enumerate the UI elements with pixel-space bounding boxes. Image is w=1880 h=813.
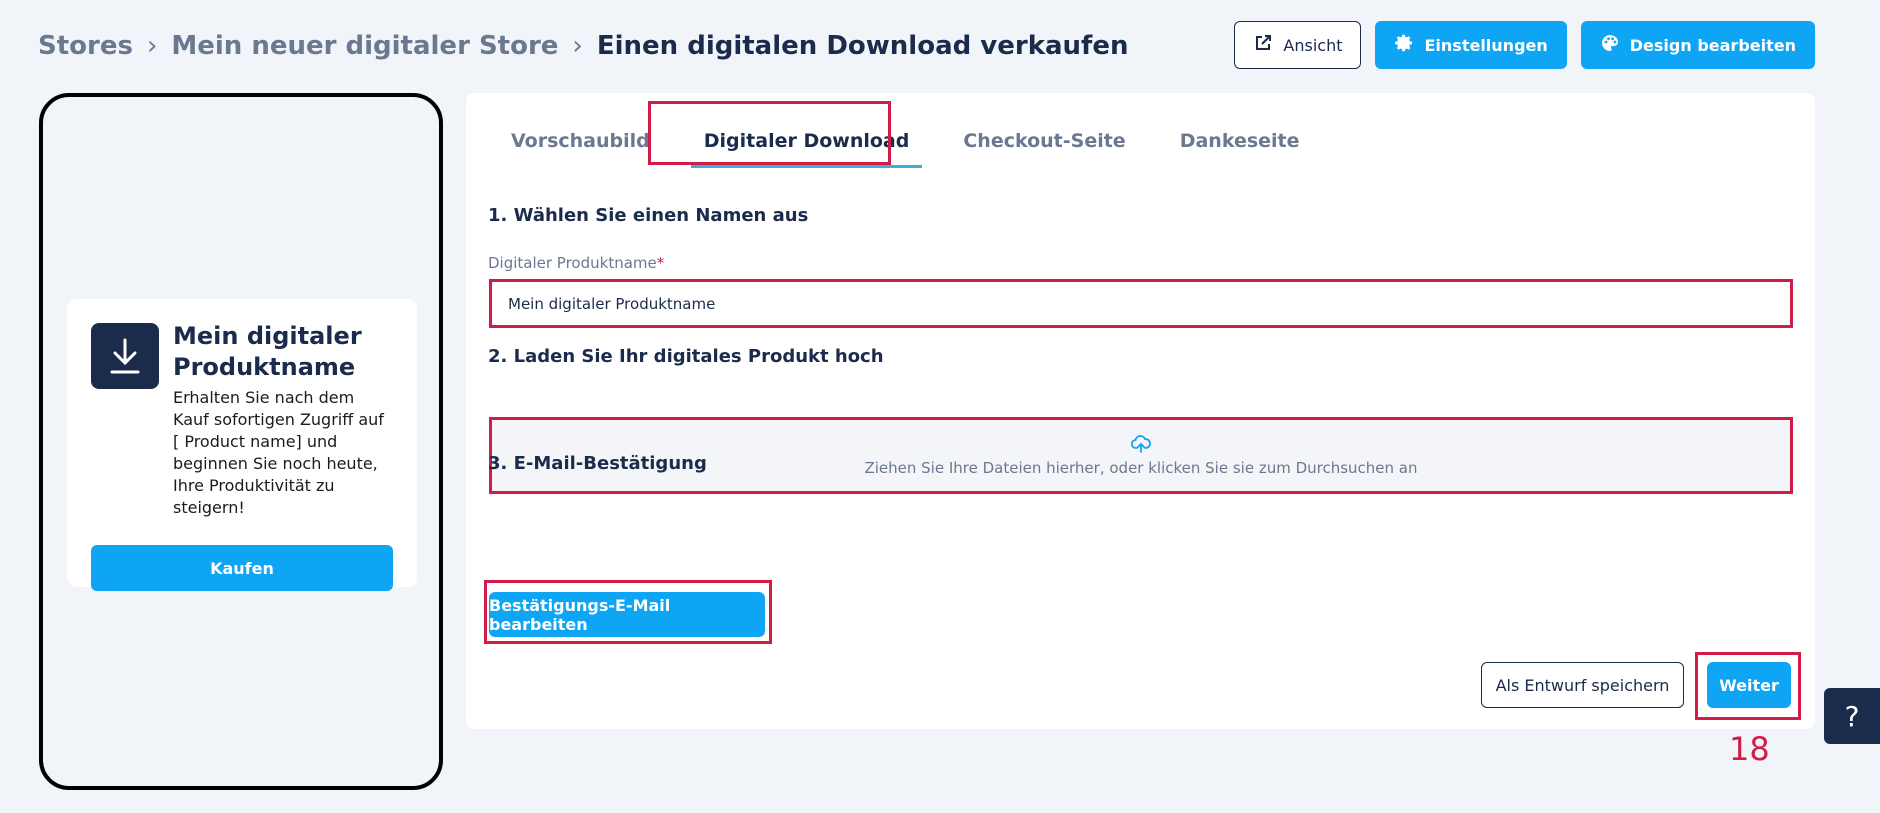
tab-bar: Vorschaubild Digitaler Download Checkout… <box>511 113 1327 168</box>
save-draft-button[interactable]: Als Entwurf speichern <box>1481 662 1684 708</box>
tab-digital-download[interactable]: Digitaler Download <box>677 113 937 168</box>
view-button[interactable]: Ansicht <box>1234 21 1362 69</box>
preview-product-description: Erhalten Sie nach dem Kauf sofortigen Zu… <box>173 388 384 517</box>
chevron-right-icon: › <box>572 31 583 61</box>
tab-thank-you-page[interactable]: Dankeseite <box>1153 113 1327 168</box>
download-icon <box>91 323 159 389</box>
next-button[interactable]: Weiter <box>1707 662 1791 708</box>
section-name-title: 1. Wählen Sie einen Namen aus <box>488 205 809 226</box>
step-number-annotation: 18 <box>1729 730 1770 768</box>
phone-preview: Mein digitaler Produktname Erhalten Sie … <box>39 93 443 790</box>
cloud-upload-icon <box>1130 434 1151 457</box>
preview-product-title: Mein digitaler Produktname <box>173 322 362 381</box>
section-email-title: 3. E-Mail-Bestätigung <box>488 453 707 474</box>
design-button[interactable]: Design bearbeiten <box>1580 21 1815 69</box>
header-actions: Ansicht Einstellungen Design bearbeiten <box>1234 21 1815 69</box>
buy-button[interactable]: Kaufen <box>91 545 393 591</box>
product-preview-card: Mein digitaler Produktname Erhalten Sie … <box>67 299 417 591</box>
chevron-right-icon: › <box>146 31 158 61</box>
tab-preview-image[interactable]: Vorschaubild <box>511 113 677 168</box>
view-button-label: Ansicht <box>1283 35 1343 55</box>
dropzone-text: Ziehen Sie Ihre Dateien hierher, oder kl… <box>864 458 1418 477</box>
product-name-label: Digitaler Produktname* <box>488 254 664 272</box>
breadcrumb: Stores › Mein neuer digitaler Store › Ei… <box>38 28 1129 64</box>
section-upload-title: 2. Laden Sie Ihr digitales Produkt hoch <box>488 346 884 367</box>
external-link-icon <box>1253 33 1273 57</box>
settings-button[interactable]: Einstellungen <box>1375 21 1567 69</box>
editor-panel: Vorschaubild Digitaler Download Checkout… <box>466 93 1815 729</box>
breadcrumb-stores[interactable]: Stores <box>38 31 133 61</box>
page-title: Einen digitalen Download verkaufen <box>596 31 1129 61</box>
gear-icon <box>1394 33 1414 57</box>
edit-confirmation-email-button[interactable]: Bestätigungs-E-Mail bearbeiten <box>489 592 765 637</box>
design-button-label: Design bearbeiten <box>1629 35 1796 55</box>
tab-checkout-page[interactable]: Checkout-Seite <box>936 113 1152 168</box>
help-button[interactable]: ? <box>1824 688 1880 744</box>
product-name-label-text: Digitaler Produktname <box>488 254 657 272</box>
palette-icon <box>1600 33 1620 57</box>
settings-button-label: Einstellungen <box>1424 35 1548 55</box>
required-mark: * <box>656 254 665 272</box>
product-name-input[interactable] <box>489 279 1793 328</box>
breadcrumb-store[interactable]: Mein neuer digitaler Store <box>171 31 558 61</box>
